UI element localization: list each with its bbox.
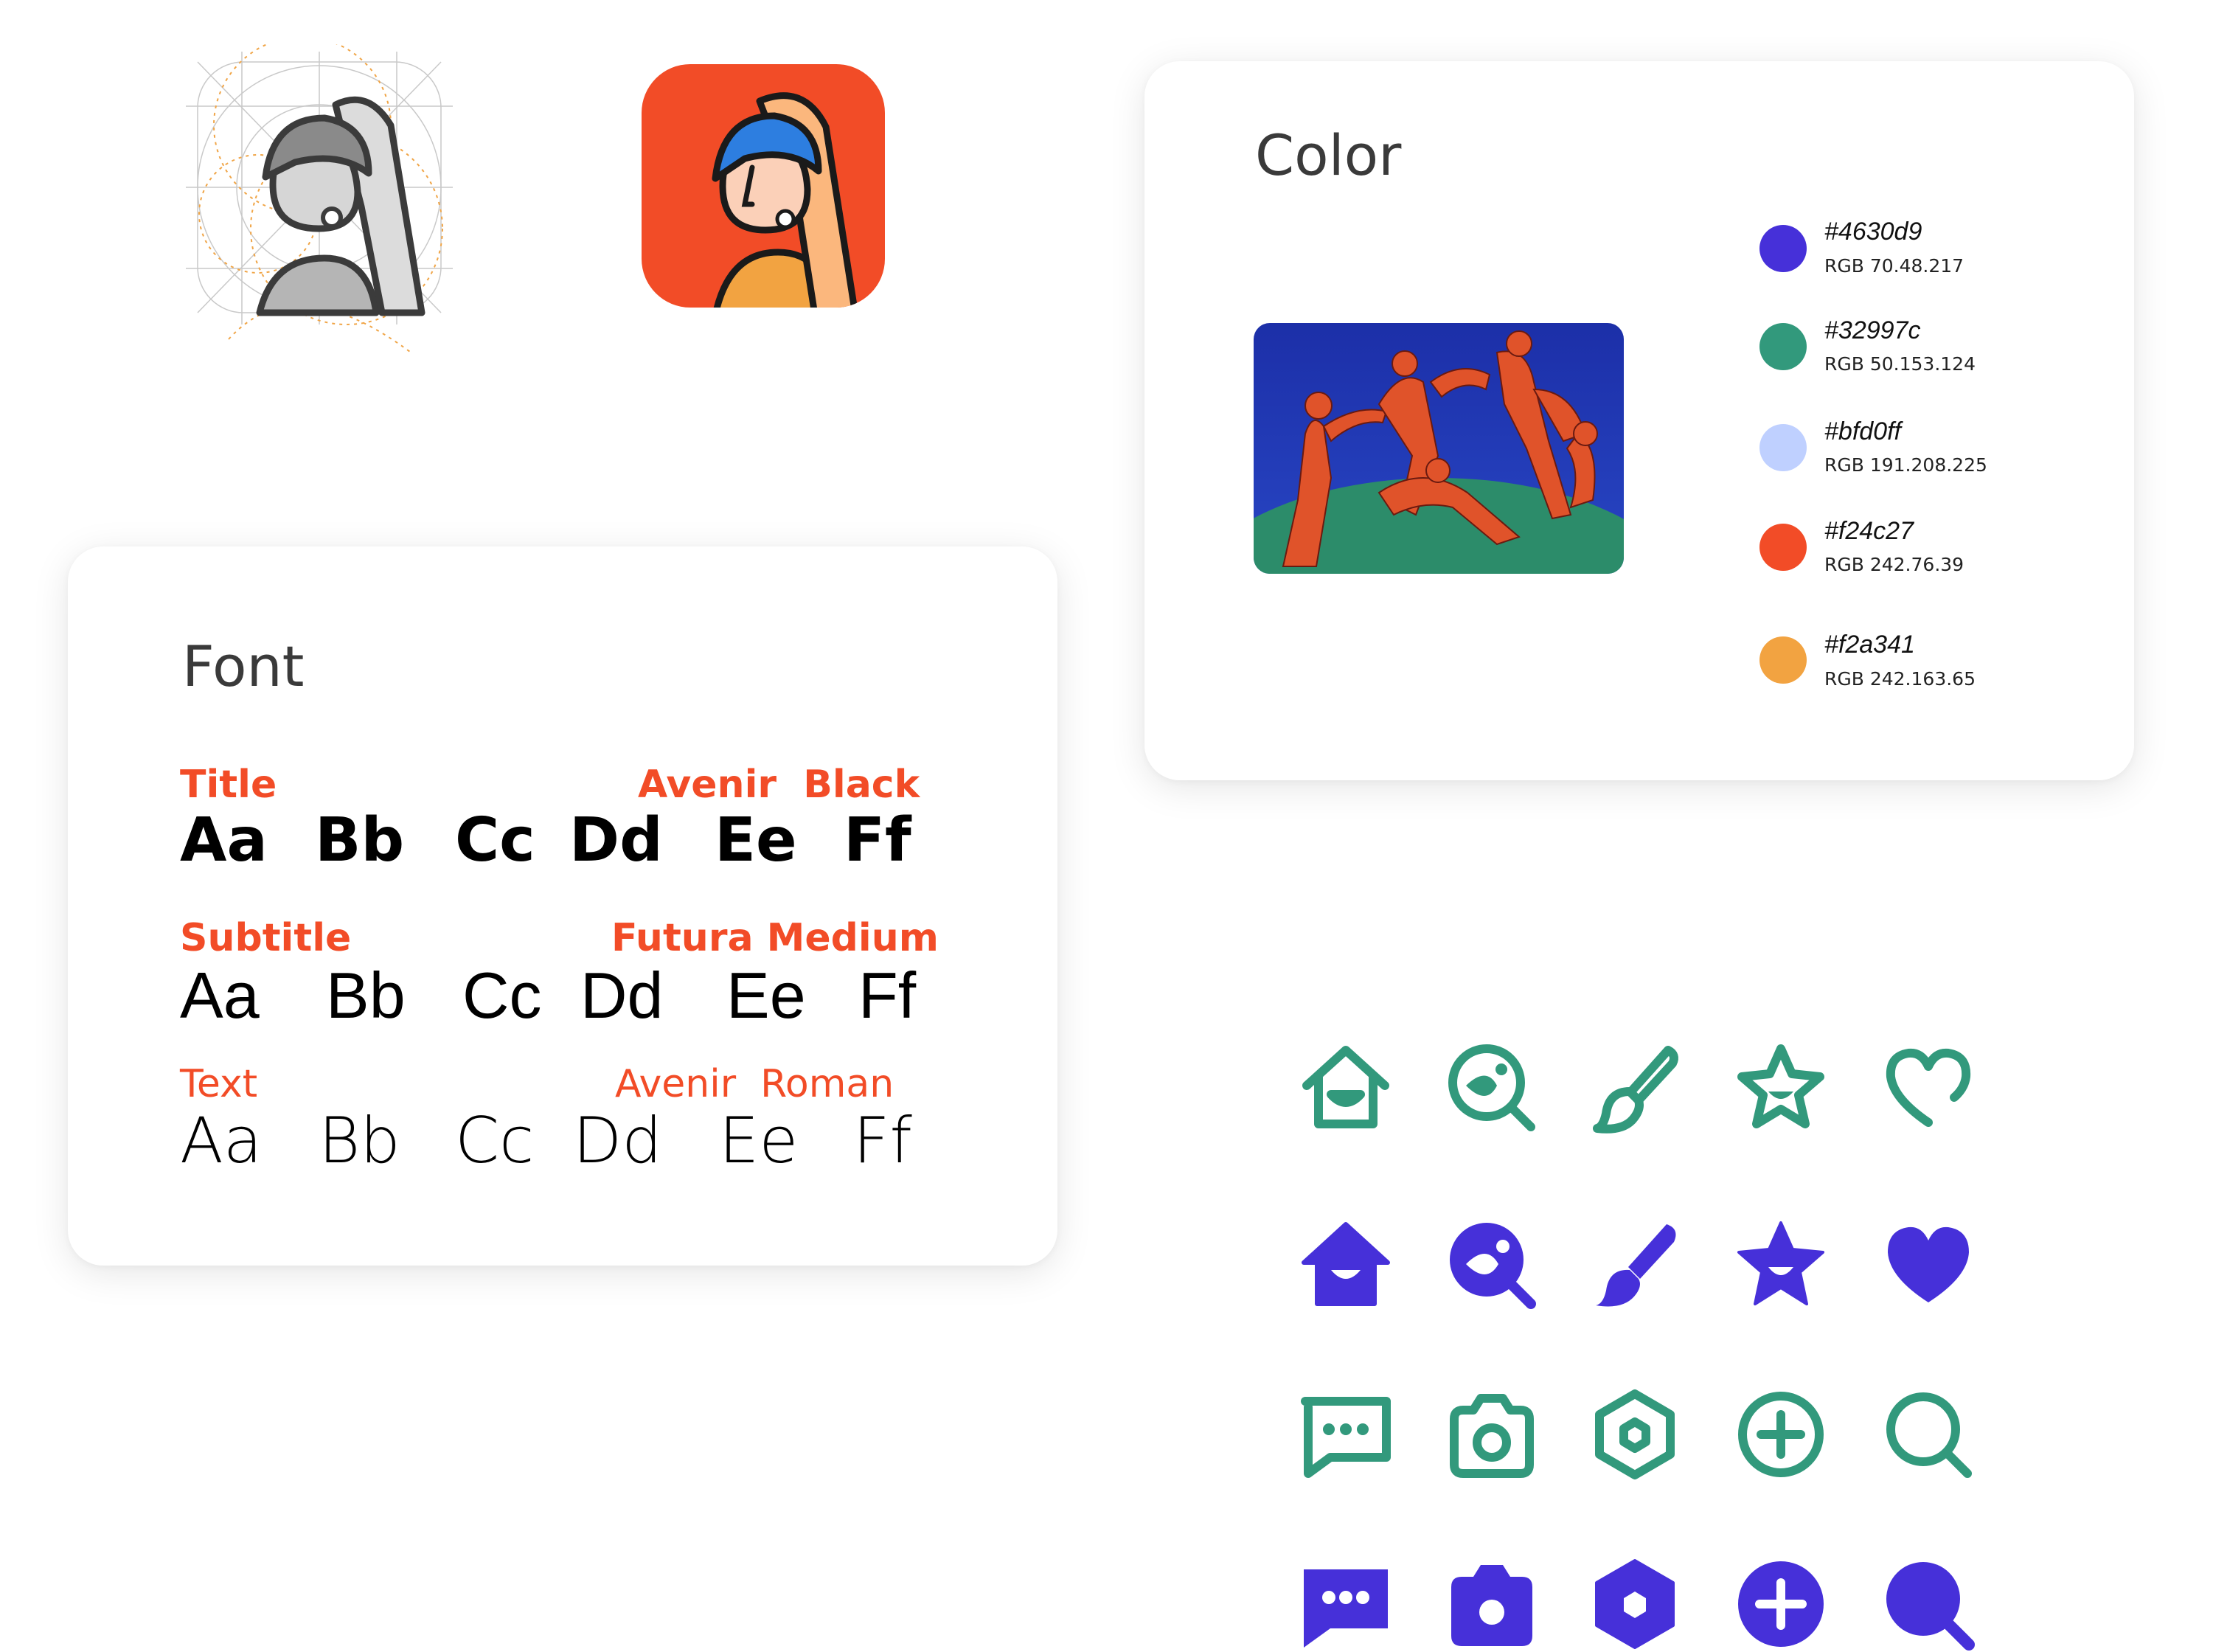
- glyph-bb: Bb: [315, 805, 405, 875]
- font-row-label: Title: [180, 763, 277, 807]
- color-card-title: Color: [1255, 122, 1402, 188]
- home-filled-icon[interactable]: [1298, 1217, 1394, 1313]
- settings-filled-icon[interactable]: [1587, 1556, 1683, 1652]
- girl-with-pearl-earring-sketch-icon: [186, 36, 453, 355]
- swatch-circle: [1759, 225, 1807, 272]
- message-outline-icon[interactable]: [1298, 1386, 1394, 1482]
- glyph-ff: Ff: [858, 959, 917, 1032]
- glyph-bb: Bb: [326, 959, 406, 1032]
- glyph-dd: Dd: [580, 959, 664, 1032]
- glyph-ee: Ee: [719, 1104, 799, 1178]
- app-icon-sketch: [147, 36, 501, 369]
- search-outline-icon[interactable]: [1880, 1386, 1976, 1482]
- glyph-aa: Aa: [180, 805, 268, 875]
- glyph-dd: Dd: [569, 805, 663, 875]
- add-outline-icon[interactable]: [1733, 1386, 1829, 1482]
- color-card: Color #4630d9 RGB 70.48.217 #32997c RGB …: [1144, 61, 2134, 780]
- glyph-ff: Ff: [853, 1104, 912, 1178]
- add-filled-icon[interactable]: [1733, 1556, 1829, 1652]
- glyph-ee: Ee: [726, 959, 806, 1032]
- settings-outline-icon[interactable]: [1587, 1386, 1683, 1482]
- heart-filled-icon[interactable]: [1880, 1217, 1976, 1313]
- message-filled-icon[interactable]: [1298, 1556, 1394, 1652]
- discover-filled-icon[interactable]: [1444, 1217, 1540, 1313]
- glyph-aa: Aa: [180, 959, 260, 1032]
- glyph-cc: Cc: [462, 959, 542, 1032]
- glyph-bb: Bb: [319, 1104, 400, 1178]
- glyph-dd: Dd: [573, 1104, 662, 1178]
- font-family-name: Avenir Roman: [615, 1062, 894, 1106]
- glyph-ee: Ee: [715, 805, 797, 875]
- swatch-hex: #f24c27: [1824, 517, 1914, 545]
- heart-outline-icon[interactable]: [1880, 1040, 1976, 1136]
- camera-outline-icon[interactable]: [1444, 1386, 1540, 1482]
- swatch-rgb: RGB 50.153.124: [1824, 353, 1976, 375]
- swatch-rgb: RGB 70.48.217: [1824, 255, 1964, 277]
- glyph-cc: Cc: [455, 1104, 535, 1178]
- font-row-label: Text: [180, 1062, 258, 1106]
- font-family-name: Futura Medium: [611, 916, 939, 960]
- font-card-title: Font: [182, 634, 305, 699]
- glyph-ff: Ff: [844, 805, 911, 875]
- swatch-circle: [1759, 424, 1807, 471]
- swatch-hex: #32997c: [1824, 316, 1921, 344]
- font-sample-title: Aa Bb Cc Dd Ee Ff: [68, 805, 911, 884]
- swatch-rgb: RGB 242.163.65: [1824, 668, 1976, 690]
- font-row-label: Subtitle: [180, 916, 352, 960]
- font-sample-subtitle: Aa Bb Cc Dd Ee Ff: [68, 959, 916, 1037]
- matisse-dance-painting: [1254, 323, 1624, 574]
- discover-outline-icon[interactable]: [1444, 1040, 1540, 1136]
- swatch-circle: [1759, 636, 1807, 684]
- brush-outline-icon[interactable]: [1587, 1040, 1683, 1136]
- font-sample-text: Aa Bb Cc Dd Ee Ff: [68, 1104, 912, 1183]
- search-filled-icon[interactable]: [1880, 1556, 1976, 1652]
- glyph-aa: Aa: [180, 1104, 263, 1178]
- star-filled-icon[interactable]: [1733, 1217, 1829, 1313]
- swatch-circle: [1759, 524, 1807, 571]
- star-outline-icon[interactable]: [1733, 1040, 1829, 1136]
- brush-filled-icon[interactable]: [1587, 1217, 1683, 1313]
- swatch-hex: #f2a341: [1824, 631, 1915, 659]
- app-icon-final: [642, 64, 885, 308]
- font-card: Font Title Avenir Black Aa Bb Cc Dd Ee F…: [68, 546, 1057, 1266]
- camera-filled-icon[interactable]: [1444, 1556, 1540, 1652]
- swatch-hex: #bfd0ff: [1824, 417, 1901, 445]
- font-family-name: Avenir Black: [638, 763, 920, 807]
- swatch-rgb: RGB 191.208.225: [1824, 454, 1987, 476]
- swatch-hex: #4630d9: [1824, 218, 1922, 246]
- home-outline-icon[interactable]: [1298, 1040, 1394, 1136]
- swatch-rgb: RGB 242.76.39: [1824, 554, 1964, 575]
- glyph-cc: Cc: [455, 805, 535, 875]
- swatch-circle: [1759, 323, 1807, 370]
- girl-with-pearl-earring-app-icon: [642, 64, 885, 308]
